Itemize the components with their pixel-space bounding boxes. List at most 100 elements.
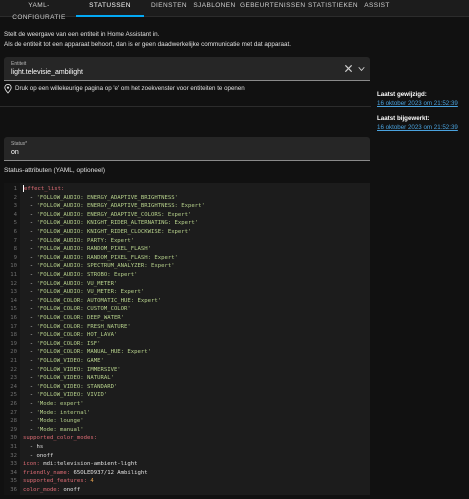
- code-token: 'FOLLOW_AUDIO: SPECTRUM_ANALYZER: Expert…: [36, 263, 175, 270]
- line-number: 21: [10, 358, 17, 364]
- tab-statistieken[interactable]: STATISTIEKEN: [306, 0, 360, 17]
- code-text: effect_list:: [23, 185, 64, 194]
- code-token: -: [23, 229, 37, 235]
- code-line: 9 - 'FOLLOW_AUDIO: RANDOM_PIXEL_FLASH: E…: [4, 254, 370, 263]
- code-text: - 'FOLLOW_COLOR: ISF': [23, 340, 101, 349]
- code-token: 'FOLLOW_COLOR: HOT_LAVA': [36, 332, 118, 339]
- code-text: - 'FOLLOW_COLOR: MANUAL_HUE: Expert': [23, 348, 151, 357]
- code-text: - onoff: [23, 452, 54, 461]
- tab-diensten[interactable]: DIENSTEN: [150, 0, 188, 17]
- entity-field-label: Entiteit: [11, 61, 27, 67]
- intro-text: Stelt de weergave van een entiteit in Ho…: [4, 30, 291, 50]
- code-token: -: [23, 383, 37, 390]
- code-token: 4: [90, 478, 94, 485]
- last-updated-value[interactable]: 16 oktober 2023 om 21:52:39: [377, 124, 458, 131]
- code-line: 25 - 'FOLLOW_VIDEO: VIVID': [4, 391, 370, 400]
- line-number: 20: [10, 349, 17, 356]
- code-text: - 'FOLLOW_AUDIO: ENERGY_ADAPTIVE_COLORS:…: [23, 211, 192, 220]
- attributes-title: Status-attributen (YAML, optioneel): [4, 167, 106, 174]
- code-text: - 'Mode: internal': [23, 409, 91, 418]
- tab-statussen[interactable]: STATUSSEN: [74, 0, 146, 17]
- tab-sjablonen[interactable]: SJABLONEN: [193, 0, 236, 17]
- line-number: 26: [10, 401, 17, 407]
- code-token: 'FOLLOW_AUDIO: KNIGHT_RIDER_ALTERNATING:…: [36, 220, 199, 227]
- line-number: 34: [10, 469, 17, 476]
- code-text: - 'FOLLOW_AUDIO: VU_METER: Expert': [23, 288, 145, 297]
- entity-field-value[interactable]: light.televisie_ambilight: [11, 69, 83, 76]
- code-line: 15 - 'FOLLOW_COLOR: CUSTOM_COLOR': [4, 305, 370, 314]
- code-line: 3 - 'FOLLOW_AUDIO: ENERGY_ADAPTIVE_BRIGH…: [4, 202, 370, 211]
- code-text: - 'FOLLOW_VIDEO: VIVID': [23, 391, 107, 400]
- code-token: 'FOLLOW_AUDIO: RANDOM_PIXEL_FLASH: Exper…: [36, 254, 178, 261]
- code-text: - 'FOLLOW_AUDIO: KNIGHT_RIDER_ALTERNATIN…: [23, 219, 198, 228]
- tab-assist[interactable]: ASSIST: [364, 0, 390, 17]
- tab-bar: YAML-CONFIGURATIE STATUSSEN DIENSTEN SJA…: [0, 0, 469, 21]
- entity-field[interactable]: Entiteit light.televisie_ambilight: [4, 57, 370, 81]
- line-number: 28: [10, 418, 17, 425]
- code-token: -: [23, 332, 37, 339]
- tab-yaml-configuratie[interactable]: YAML-CONFIGURATIE: [6, 0, 72, 21]
- intro-line-1: Stelt de weergave van een entiteit in Ho…: [4, 31, 160, 38]
- line-number: 24: [10, 383, 17, 390]
- code-line: 28 - 'Mode: lounge': [4, 417, 370, 426]
- code-line: 5 - 'FOLLOW_AUDIO: KNIGHT_RIDER_ALTERNAT…: [4, 219, 370, 228]
- code-token: -: [23, 289, 37, 296]
- state-field-value[interactable]: on: [11, 149, 19, 156]
- code-line: 12 - 'FOLLOW_AUDIO: VU_METER': [4, 280, 370, 289]
- divider: [0, 106, 371, 107]
- code-token: -: [23, 194, 37, 201]
- code-token: -: [23, 444, 37, 450]
- code-line: 6 - 'FOLLOW_AUDIO: KNIGHT_RIDER_CLOCKWIS…: [4, 228, 370, 237]
- code-text: - 'FOLLOW_COLOR: AUTOMATIC_HUE: Expert': [23, 297, 161, 306]
- last-changed-value[interactable]: 16 oktober 2023 om 21:52:39: [377, 100, 458, 107]
- code-token: onoff: [63, 487, 81, 493]
- tab-gebeurtenissen[interactable]: GEBEURTENISSEN: [240, 0, 305, 17]
- code-line: 4 - 'FOLLOW_AUDIO: ENERGY_ADAPTIVE_COLOR…: [4, 211, 370, 220]
- code-token: -: [23, 426, 37, 433]
- code-line: 34 friendly_name: 65OLED937/12 Ambilight: [4, 469, 370, 478]
- code-token: 'FOLLOW_VIDEO: NATURAL': [36, 375, 114, 382]
- line-number: 31: [10, 444, 17, 450]
- code-line: 26 - 'Mode: expert': [4, 400, 370, 409]
- chevron-down-icon[interactable]: [358, 66, 365, 72]
- line-number: 12: [10, 280, 17, 287]
- code-token: -: [23, 211, 37, 218]
- line-number: 4: [13, 211, 17, 218]
- code-token: 'FOLLOW_COLOR: FRESH_NATURE': [36, 323, 131, 330]
- code-token: 'Mode: expert': [36, 401, 84, 407]
- code-text: friendly_name: 65OLED937/12 Ambilight: [23, 469, 148, 478]
- line-number: 7: [13, 237, 17, 244]
- line-number: 30: [10, 435, 17, 442]
- code-line: 31 - hs: [4, 443, 370, 452]
- close-icon[interactable]: [344, 64, 353, 73]
- code-line: 32 - onoff: [4, 452, 370, 461]
- code-token: hs: [36, 444, 44, 450]
- line-number: 27: [10, 409, 17, 416]
- code-token: -: [23, 323, 37, 330]
- code-token: 'FOLLOW_VIDEO: STANDARD': [36, 383, 118, 390]
- code-text: - 'FOLLOW_AUDIO: SPECTRUM_ANALYZER: Expe…: [23, 262, 175, 271]
- state-field[interactable]: Status* on: [4, 137, 370, 161]
- code-token: -: [23, 297, 37, 304]
- code-text: - 'FOLLOW_VIDEO: STANDARD': [23, 383, 118, 392]
- code-text: - 'FOLLOW_COLOR: FRESH_NATURE': [23, 323, 131, 332]
- line-number: 10: [10, 263, 17, 270]
- line-number: 18: [10, 332, 17, 339]
- code-token: icon:: [23, 461, 44, 468]
- code-token: -: [23, 418, 37, 425]
- line-number: 14: [10, 297, 17, 304]
- line-number: 2: [13, 194, 17, 201]
- code-line: 7 - 'FOLLOW_AUDIO: PARTY: Expert': [4, 237, 370, 246]
- code-line: 27 - 'Mode: internal': [4, 409, 370, 418]
- code-line: 21 - 'FOLLOW_VIDEO: GAME': [4, 357, 370, 366]
- code-text: - 'Mode: expert': [23, 400, 84, 409]
- code-token: -: [23, 203, 37, 210]
- code-line: 36 color_mode: onoff: [4, 486, 370, 495]
- line-number: 23: [10, 375, 17, 382]
- code-text: - 'FOLLOW_COLOR: DEEP_WATER': [23, 314, 124, 323]
- code-token: 'FOLLOW_AUDIO: ENERGY_ADAPTIVE_BRIGHTNES…: [36, 194, 178, 201]
- code-token: -: [23, 246, 37, 253]
- code-line: 22 - 'FOLLOW_VIDEO: IMMERSIVE': [4, 366, 370, 375]
- attributes-yaml-editor[interactable]: 1 effect_list: 2 - 'FOLLOW_AUDIO: ENERGY_A…: [4, 183, 370, 495]
- code-line: 17 - 'FOLLOW_COLOR: FRESH_NATURE': [4, 323, 370, 332]
